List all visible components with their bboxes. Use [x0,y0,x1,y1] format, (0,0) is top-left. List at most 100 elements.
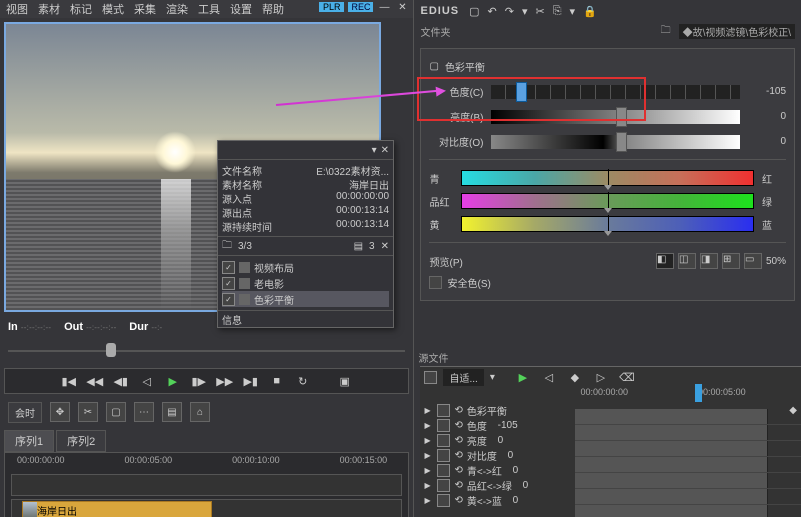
menu-help[interactable]: 帮助 [262,1,284,17]
timeline-track-v[interactable]: 海岸日出 [11,499,402,517]
menu-settings[interactable]: 设置 [230,1,252,17]
loop-icon[interactable]: ↻ [293,373,313,389]
kf-dropdown-icon[interactable]: ▾ [490,372,495,383]
menu-marker[interactable]: 标记 [70,1,92,17]
checkbox-icon[interactable] [437,434,450,447]
preview-mode-2[interactable]: ◫ [678,253,696,269]
fx-item[interactable]: ✓视频布局 [222,259,389,275]
checkbox-icon[interactable] [437,494,450,507]
rewind-icon[interactable]: ◀◀ [85,373,105,389]
reset-icon[interactable]: ⟲ [454,495,462,506]
cut-icon[interactable]: ✂ [535,5,544,18]
menu-view[interactable]: 视图 [6,1,28,17]
tool-a-icon[interactable]: ✥ [50,402,70,422]
kf-clip[interactable] [575,409,768,424]
cut-icon[interactable]: ✂ [78,402,98,422]
snapshot-icon[interactable]: ▢ [106,402,126,422]
disclosure-icon[interactable]: ▶ [424,451,433,460]
contrast-handle[interactable] [616,132,627,152]
checkbox-icon[interactable] [437,404,450,417]
magenta-green-slider[interactable] [461,193,754,209]
fx-x-icon[interactable]: ✕ [381,241,389,252]
plr-button[interactable]: PLR [319,2,345,12]
minimize-icon[interactable]: — [377,0,391,14]
close-icon[interactable]: ✕ [395,0,409,14]
fx-list-icon[interactable]: ▤ [354,241,363,252]
checkbox-icon[interactable] [437,464,450,477]
info-panel[interactable]: ▾ ✕ 文件名称E:\0322素材资... 素材名称海岸日出 源入点00:00:… [217,140,394,328]
lock-icon[interactable]: 🔒 [583,5,597,18]
new-icon[interactable]: ▢ [469,5,479,18]
tab-seq2[interactable]: 序列2 [56,430,106,452]
kf-del-icon[interactable]: ⌫ [617,369,637,385]
fx-item-selected[interactable]: ✓色彩平衡 [222,291,389,307]
kf-key-icon[interactable]: ◆ [565,369,585,385]
disclosure-icon[interactable]: ▢ [429,61,438,72]
undo-icon[interactable]: ↶ [488,5,497,18]
step-back-icon[interactable]: ◀▮ [111,373,131,389]
transport-extra-icon[interactable]: ▣ [335,373,355,389]
scrub-bar[interactable] [8,342,405,360]
kf-prev-icon[interactable]: ◁ [539,369,559,385]
play-back-icon[interactable]: ◁ [137,373,157,389]
kf-clip[interactable] [575,473,768,488]
kf-checkbox[interactable] [424,371,437,384]
reset-icon[interactable]: ⟲ [454,480,462,491]
skip-start-icon[interactable]: ▮◀ [59,373,79,389]
info-menu-icon[interactable]: ▾ [372,145,377,156]
tool-d-icon[interactable]: ⌂ [190,402,210,422]
disclosure-icon[interactable]: ▶ [424,406,433,415]
folder-icon[interactable]: 🗀 [661,23,671,40]
preview-mode-3[interactable]: ◨ [700,253,718,269]
stop-icon[interactable]: ■ [267,373,287,389]
tool-tab[interactable]: 会时 [8,402,42,423]
timeline-clip[interactable]: 海岸日出 [22,501,212,517]
more-icon[interactable]: ▾ [570,5,576,18]
play-icon[interactable]: ▶ [163,373,183,389]
kf-clip[interactable] [575,441,768,456]
kf-next-icon[interactable]: ▷ [591,369,611,385]
menu-clip[interactable]: 素材 [38,1,60,17]
menu-mode[interactable]: 模式 [102,1,124,17]
timeline-track-a[interactable] [11,474,402,496]
redo-icon[interactable]: ↷ [505,5,514,18]
disclosure-icon[interactable]: ▶ [424,466,433,475]
checkbox-icon[interactable]: ✓ [222,277,235,290]
reset-icon[interactable]: ⟲ [454,465,462,476]
checkbox-icon[interactable] [437,449,450,462]
fx-item[interactable]: ✓老电影 [222,275,389,291]
disclosure-icon[interactable]: ▶ [424,481,433,490]
disclosure-icon[interactable]: ▶ [424,421,433,430]
rec-button[interactable]: REC [348,2,373,12]
checkbox-icon[interactable] [437,419,450,432]
menu-render[interactable]: 渲染 [166,1,188,17]
reset-icon[interactable]: ⟲ [454,420,462,431]
reset-icon[interactable]: ⟲ [454,450,462,461]
kf-play-icon[interactable]: ▶ [513,369,533,385]
reset-icon[interactable]: ⟲ [454,405,462,416]
dropdown-icon[interactable]: ▾ [522,5,528,18]
preview-mode-1[interactable]: ◧ [656,253,674,269]
kf-clip[interactable] [575,425,768,440]
menu-tools[interactable]: 工具 [198,1,220,17]
yellow-blue-slider[interactable] [461,216,754,232]
fx-folder-icon[interactable]: 🗀 [222,238,232,255]
disclosure-icon[interactable]: ▶ [424,496,433,505]
ffwd-icon[interactable]: ▶▶ [215,373,235,389]
preview-mode-4[interactable]: ⊞ [722,253,740,269]
playhead-icon[interactable] [695,384,702,402]
preview-mode-5[interactable]: ▭ [744,253,762,269]
cyan-red-slider[interactable] [461,170,754,186]
info-close-icon[interactable]: ✕ [381,145,389,156]
tool-c-icon[interactable]: ▤ [162,402,182,422]
checkbox-icon[interactable]: ✓ [222,293,235,306]
safe-checkbox[interactable] [429,276,442,289]
scrub-handle[interactable] [106,343,116,357]
kf-track-area[interactable] [575,409,801,517]
kf-clip[interactable] [575,489,768,504]
step-fwd-icon[interactable]: ▮▶ [189,373,209,389]
menu-capture[interactable]: 采集 [134,1,156,17]
link-icon[interactable]: ⎘ [553,5,562,18]
contrast-slider[interactable] [491,135,740,149]
kf-clip[interactable] [575,505,768,517]
